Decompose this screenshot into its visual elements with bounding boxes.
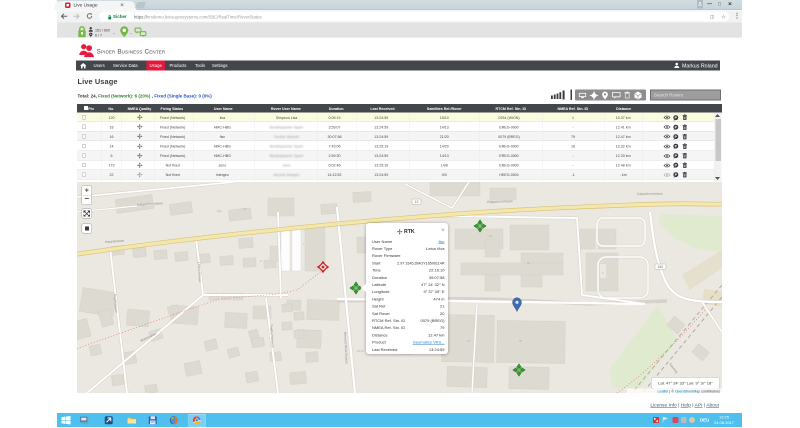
svg-text:24a: 24a — [217, 209, 222, 213]
svg-text:13: 13 — [415, 200, 419, 204]
svg-text:10-26: 10-26 — [357, 349, 364, 353]
svg-text:440: 440 — [658, 265, 664, 269]
svg-text:Galgacherstrasse: Galgacherstrasse — [637, 192, 663, 196]
